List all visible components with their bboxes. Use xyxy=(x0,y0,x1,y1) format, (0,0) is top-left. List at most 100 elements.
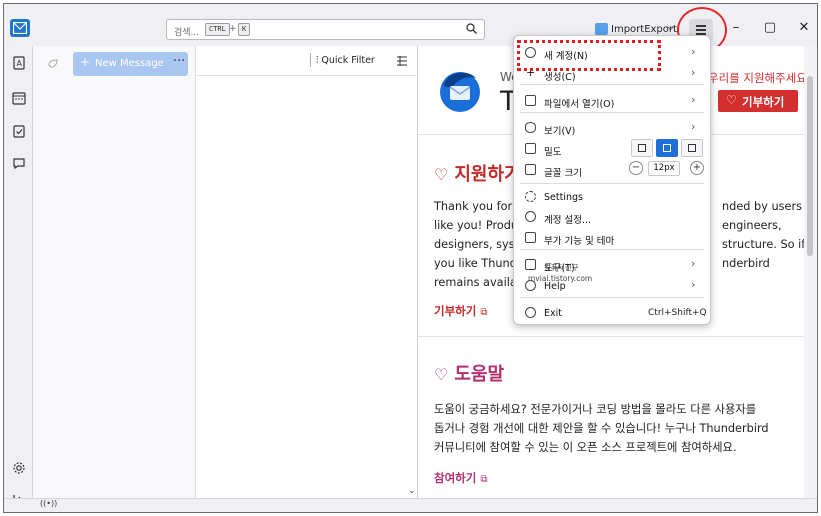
filter-sliders-icon: ⫶ xyxy=(316,55,319,66)
more-options-button[interactable]: ··· xyxy=(173,54,185,69)
scrollbar-thumb[interactable] xyxy=(807,76,813,256)
menu-item-settings[interactable]: Settings xyxy=(514,187,710,207)
density-touch-button[interactable] xyxy=(681,139,703,157)
gear-icon xyxy=(525,191,536,202)
exit-shortcut: Ctrl+Shift+Q xyxy=(648,308,707,318)
support-section-title: ♡ 지원하기 xyxy=(434,160,521,186)
display-options-icon[interactable] xyxy=(396,55,408,67)
density-normal-button[interactable] xyxy=(656,139,678,157)
document-icon xyxy=(525,95,536,106)
help-section-title: ♡ 도움말 xyxy=(434,360,504,386)
new-message-label: New Message xyxy=(95,58,164,69)
heart-icon: ♡ xyxy=(434,165,449,184)
menu-item-view[interactable]: 보기(V) › xyxy=(514,118,710,138)
maximize-button[interactable]: ▢ xyxy=(756,17,784,39)
address-book-icon[interactable]: A xyxy=(12,56,26,70)
gear-icon[interactable] xyxy=(12,461,26,475)
donate-button[interactable]: ♡ 기부하기 xyxy=(718,90,798,112)
search-input[interactable]: 검색... CTRL + K xyxy=(166,19,485,40)
minimize-button[interactable]: – xyxy=(722,17,750,39)
normal-density-icon xyxy=(663,144,671,152)
menu-separator xyxy=(520,249,704,250)
paragraph-line: 돕거나 경험 개선에 대한 제안을 할 수 있습니다! 누구나 Thunderb… xyxy=(434,422,769,435)
scroll-down-icon[interactable]: ⌄ xyxy=(408,486,416,496)
paragraph-line: nded by users xyxy=(722,200,803,213)
chevron-right-icon: › xyxy=(691,278,696,291)
helping-hearts-icon: ♡ xyxy=(434,365,449,384)
support-section-label: 지원하기 xyxy=(454,164,521,185)
menu-item-label: 글꼴 크기 xyxy=(544,168,582,179)
plus-icon: + xyxy=(80,55,91,69)
menu-separator xyxy=(520,84,704,85)
paragraph-line: engineers, xyxy=(722,219,782,232)
divider xyxy=(418,336,804,337)
external-link-icon: ⧉ xyxy=(480,307,488,318)
close-button[interactable]: ✕ xyxy=(790,17,817,39)
new-message-button[interactable]: + New Message xyxy=(73,52,188,76)
search-placeholder: 검색... xyxy=(174,28,200,38)
density-icon xyxy=(525,143,536,154)
online-status-icon[interactable]: ((•)) xyxy=(40,499,57,508)
menu-separator xyxy=(520,297,704,298)
svg-text:A: A xyxy=(17,59,23,68)
status-bar: ((•)) xyxy=(4,498,817,512)
menu-item-label: 부가 기능 및 테마 xyxy=(544,236,615,247)
watermark-text: 컴퓨터친구 xyxy=(544,263,579,272)
font-size-decrease-button[interactable]: − xyxy=(629,161,643,175)
search-icon[interactable] xyxy=(466,23,477,37)
font-size-increase-button[interactable]: + xyxy=(690,161,704,175)
folder-pane: + New Message ··· xyxy=(33,46,196,498)
help-paragraph: 도움이 궁금하세요? 전문가이거나 코딩 방법을 몰라도 다른 사용자를 돕거나… xyxy=(434,400,798,457)
account-icon xyxy=(595,23,608,35)
font-size-icon xyxy=(525,164,536,175)
paragraph-line: 커뮤니티에 참여할 수 있는 이 오픈 소스 프로젝트에 참여하세요. xyxy=(434,441,737,454)
annotation-highlight-box xyxy=(517,40,661,71)
support-text: 우리를 지원해주세요! xyxy=(708,71,804,85)
thread-pane: ⫶ Quick Filter xyxy=(196,46,418,498)
app-menu-panel: 새 계정(N) › + 생성(C) › 파일에서 열기(O) › 보기(V) ›… xyxy=(513,35,711,325)
thread-pane-header: ⫶ Quick Filter xyxy=(196,46,418,76)
get-messages-icon[interactable] xyxy=(47,58,59,70)
donate-link[interactable]: 기부하기 ⧉ xyxy=(434,303,487,319)
menu-item-label: Exit xyxy=(544,308,562,319)
menu-item-exit[interactable]: Exit Ctrl+Shift+Q xyxy=(514,303,710,323)
support-paragraph-right: nded by users engineers, structure. So i… xyxy=(722,197,804,273)
ctrl-key-hint: CTRL xyxy=(205,23,230,36)
menu-item-font-size: 글꼴 크기 xyxy=(514,160,710,180)
thunderbird-logo xyxy=(440,72,480,112)
tasks-icon[interactable] xyxy=(12,124,26,138)
chevron-right-icon: › xyxy=(691,93,696,106)
menu-separator xyxy=(520,183,704,184)
menu-separator xyxy=(520,112,704,113)
puzzle-icon xyxy=(525,232,536,243)
eye-icon xyxy=(525,122,536,133)
quick-filter-label: Quick Filter xyxy=(321,55,375,66)
touch-density-icon xyxy=(688,144,696,152)
plus-sign: + xyxy=(229,24,237,34)
donate-label: 기부하기 xyxy=(742,95,785,109)
menu-item-label: 밀도 xyxy=(544,147,562,158)
menu-item-label: 보기(V) xyxy=(544,126,576,137)
compact-density-icon xyxy=(638,144,646,152)
menu-item-account-settings[interactable]: 계정 설정... xyxy=(514,207,710,227)
content-scrollbar[interactable] xyxy=(804,46,816,498)
wrench-icon xyxy=(525,259,536,270)
mail-app-icon[interactable] xyxy=(10,19,30,37)
density-compact-button[interactable] xyxy=(631,139,653,157)
menu-item-label: 파일에서 열기(O) xyxy=(544,99,615,110)
menu-item-addons[interactable]: 부가 기능 및 테마 xyxy=(514,228,710,248)
font-size-value: 12px xyxy=(648,161,680,176)
calendar-icon[interactable] xyxy=(12,91,26,105)
chat-icon[interactable] xyxy=(12,156,26,170)
quick-filter-button[interactable]: ⫶ Quick Filter xyxy=(316,55,375,66)
power-icon xyxy=(525,307,536,318)
menu-item-label: 계정 설정... xyxy=(544,215,592,226)
chevron-right-icon: › xyxy=(691,120,696,133)
menu-item-label: 생성(C) xyxy=(544,72,576,83)
paragraph-line: 도움이 궁금하세요? 전문가이거나 코딩 방법을 몰라도 다른 사용자를 xyxy=(434,403,757,416)
participate-link-label: 참여하기 xyxy=(434,471,477,485)
menu-item-open-file[interactable]: 파일에서 열기(O) › xyxy=(514,91,710,111)
participate-link[interactable]: 참여하기 ⧉ xyxy=(434,470,487,486)
help-section-label: 도움말 xyxy=(454,364,505,385)
divider xyxy=(310,53,311,67)
